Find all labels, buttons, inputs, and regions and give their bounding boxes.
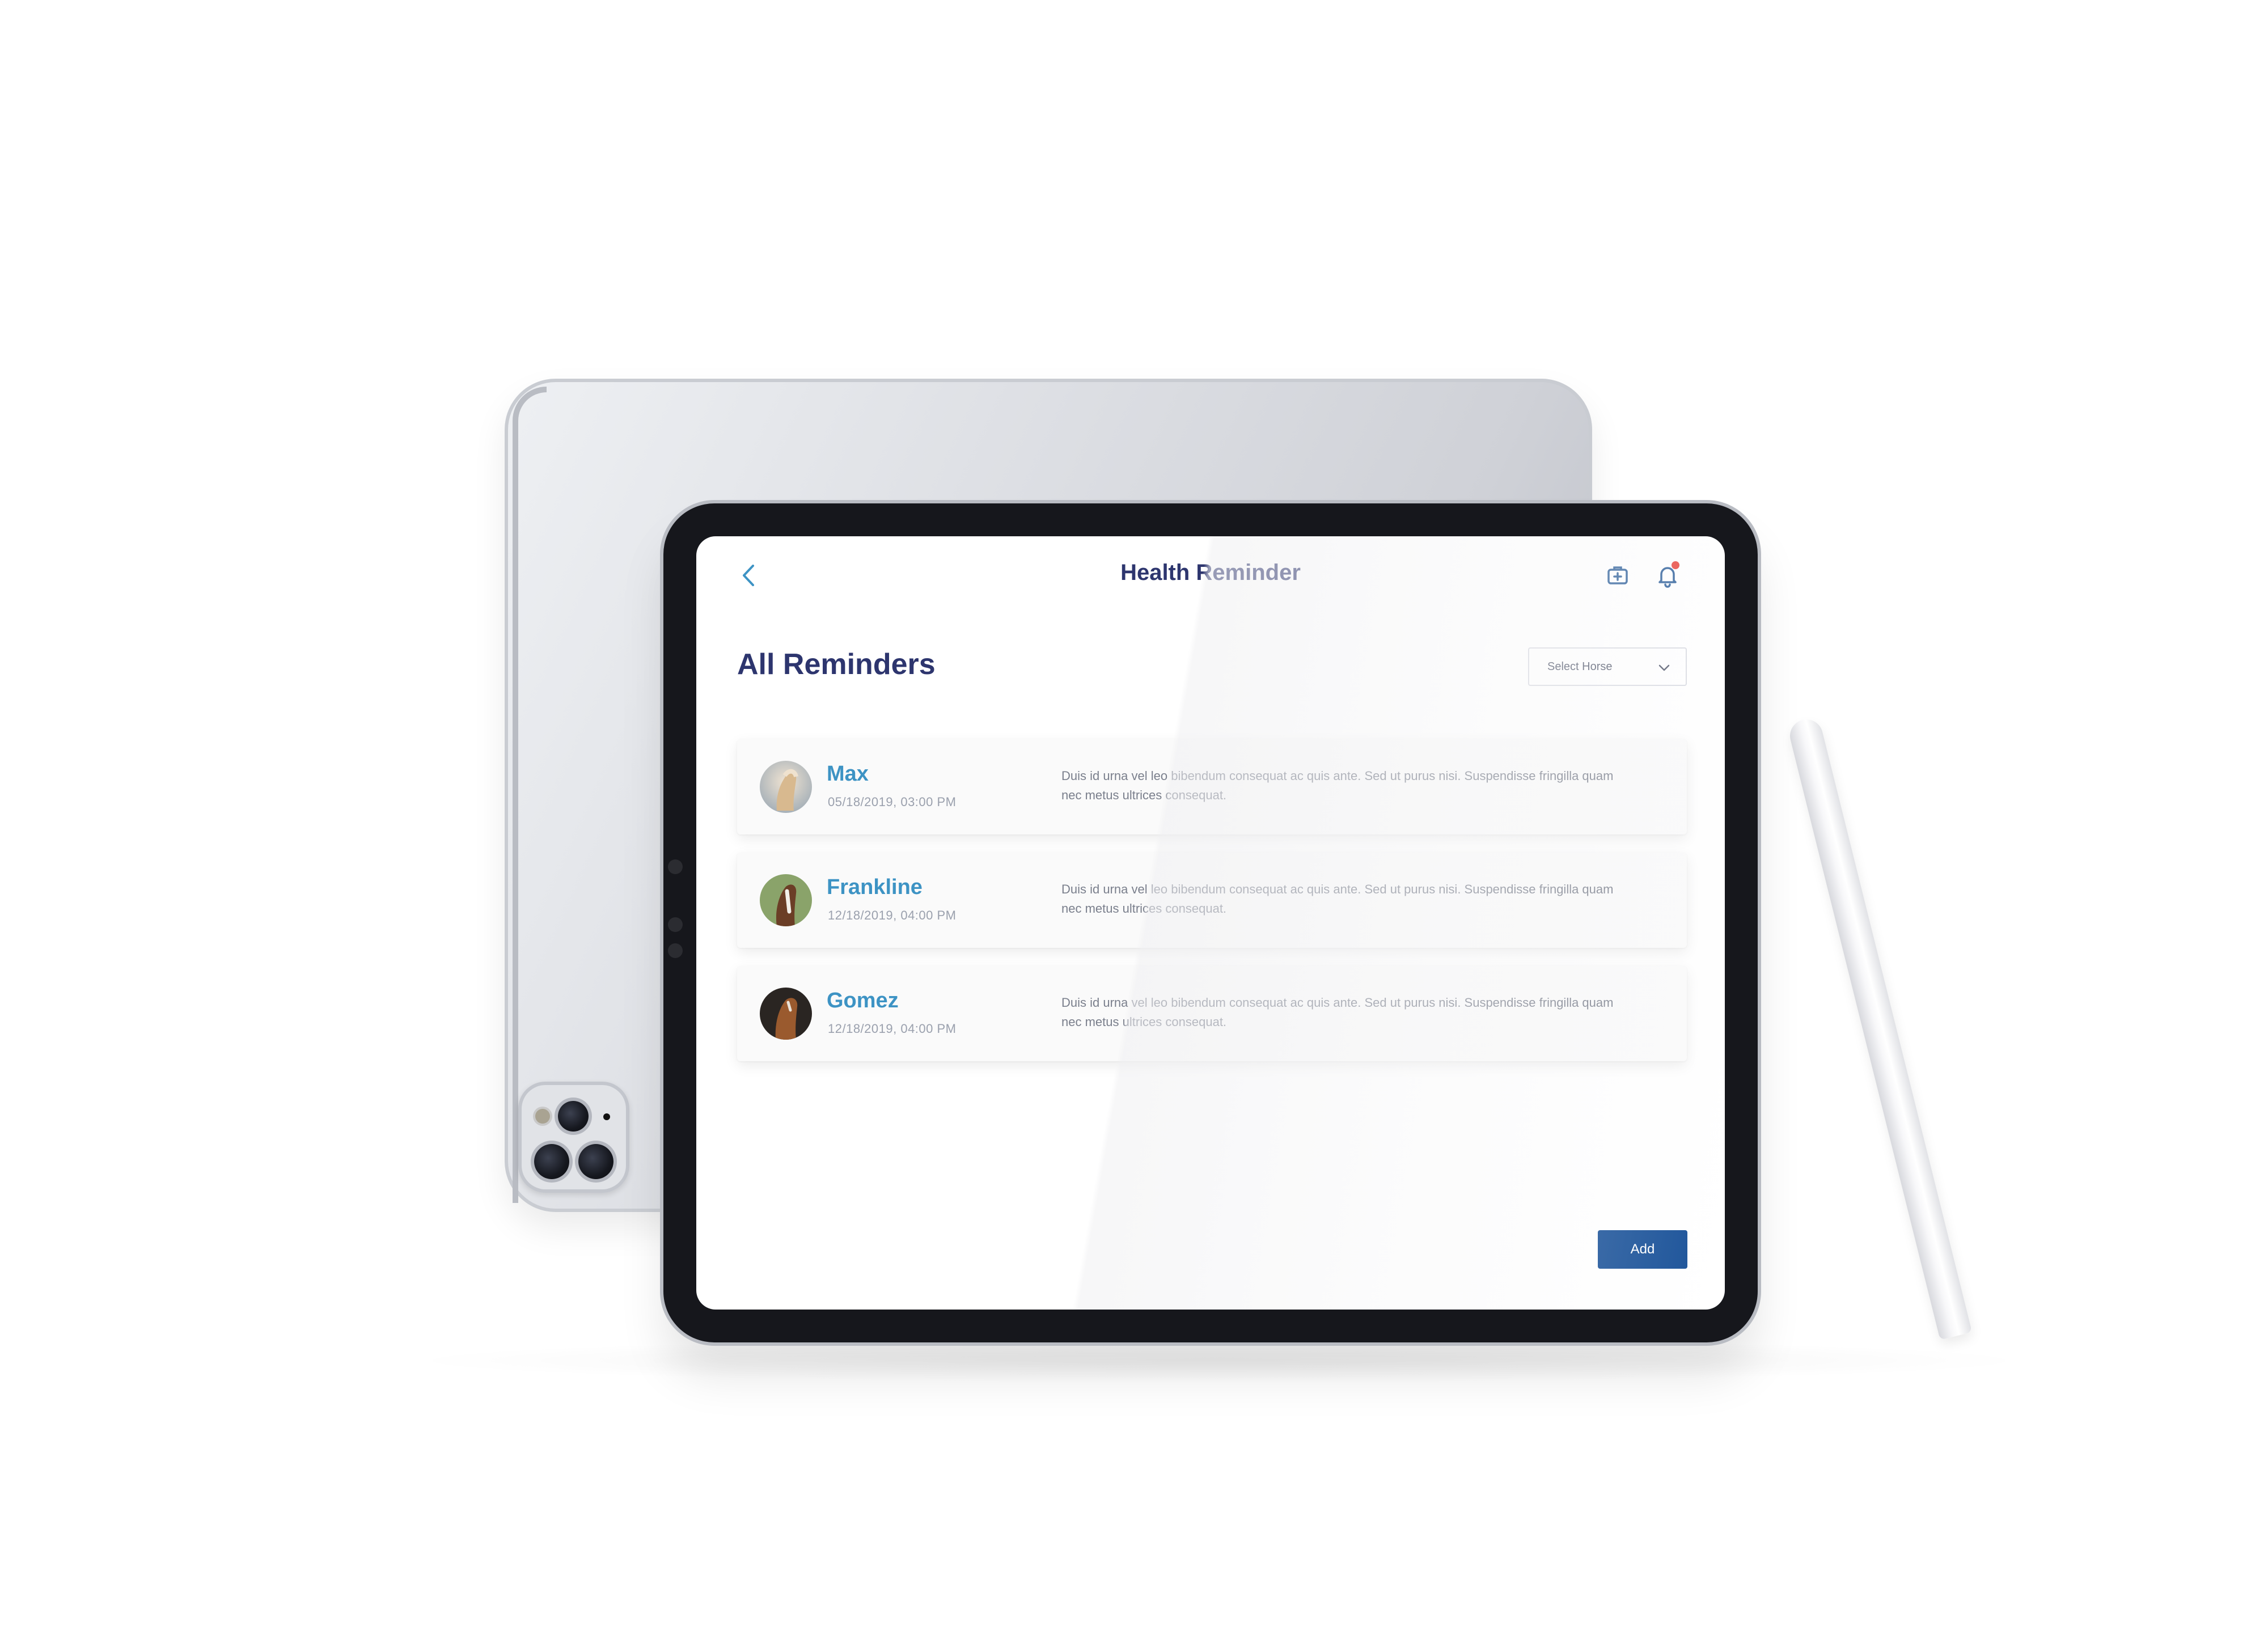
horse-name: Gomez <box>827 989 899 1012</box>
reminder-card[interactable]: Max 05/18/2019, 03:00 PM Duis id urna ve… <box>737 739 1687 834</box>
camera-flash <box>535 1109 550 1124</box>
reminder-card[interactable]: Frankline 12/18/2019, 04:00 PM Duis id u… <box>737 853 1687 948</box>
connector-dot <box>668 943 683 958</box>
camera-lens <box>578 1144 613 1179</box>
reminder-datetime: 12/18/2019, 04:00 PM <box>828 1022 957 1036</box>
reminder-note: Duis id urna vel leo bibendum consequat … <box>1061 769 1614 802</box>
notification-badge <box>1672 561 1679 569</box>
camera-mic <box>603 1113 610 1120</box>
connector-dot <box>668 859 683 874</box>
horse-photo-icon <box>760 874 812 926</box>
camera-module <box>518 1082 629 1193</box>
connector-dot <box>668 917 683 932</box>
horse-name: Frankline <box>827 875 923 899</box>
page-title: Health Reminder <box>1120 560 1301 585</box>
reminder-card[interactable]: Gomez 12/18/2019, 04:00 PM Duis id urna … <box>737 966 1687 1061</box>
tablet-screen: Health Reminder All Reminders Select Hor… <box>696 536 1725 1310</box>
avatar <box>760 988 812 1040</box>
horse-photo-icon <box>760 988 812 1040</box>
first-aid-kit-button[interactable] <box>1603 561 1632 590</box>
reminder-datetime: 05/18/2019, 03:00 PM <box>828 795 957 809</box>
camera-lens <box>534 1144 569 1179</box>
chevron-down-icon <box>1658 664 1670 671</box>
top-bar: Health Reminder <box>696 536 1725 616</box>
section-title: All Reminders <box>737 648 936 681</box>
horse-name: Max <box>827 762 869 786</box>
reminder-datetime: 12/18/2019, 04:00 PM <box>828 908 957 922</box>
avatar <box>760 874 812 926</box>
notifications-button[interactable] <box>1653 561 1682 590</box>
add-button[interactable]: Add <box>1598 1230 1687 1269</box>
camera-lens <box>558 1101 589 1132</box>
floor-shadow <box>397 1338 2041 1383</box>
stylus-pencil <box>1786 715 1973 1340</box>
reminder-note: Duis id urna vel leo bibendum consequat … <box>1061 995 1614 1029</box>
horse-photo-icon <box>760 761 812 813</box>
reminder-note: Duis id urna vel leo bibendum consequat … <box>1061 882 1614 916</box>
tablet-edge <box>513 387 547 1203</box>
select-horse-label: Select Horse <box>1547 660 1613 673</box>
front-tablet: Health Reminder All Reminders Select Hor… <box>663 503 1758 1342</box>
first-aid-kit-icon <box>1607 566 1628 584</box>
avatar <box>760 761 812 813</box>
select-horse-dropdown[interactable]: Select Horse <box>1528 647 1687 686</box>
